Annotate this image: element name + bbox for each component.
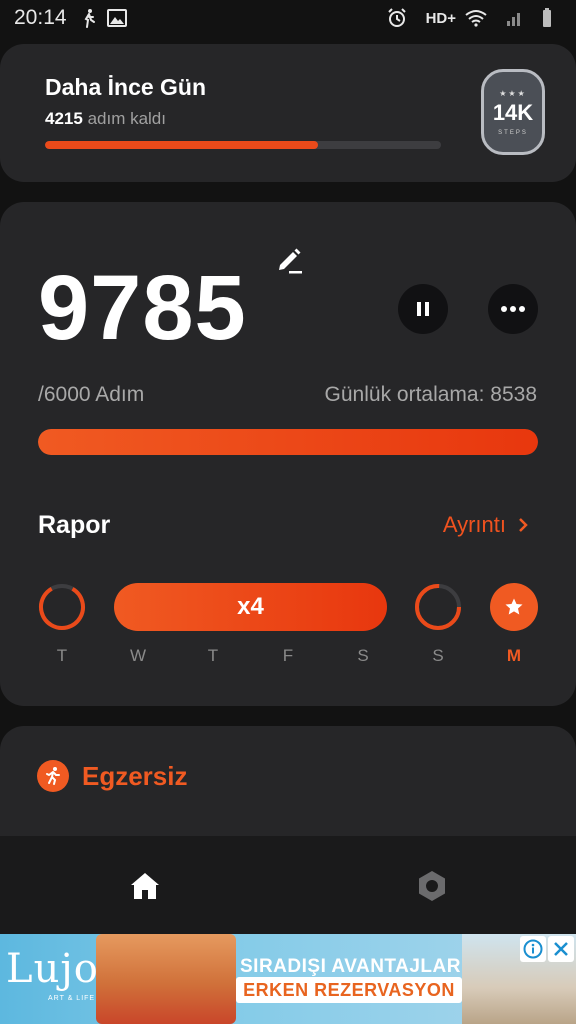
exercise-title: Egzersiz xyxy=(82,761,188,791)
step-count: 9785 xyxy=(38,257,247,359)
day-ring-1[interactable] xyxy=(38,583,86,631)
streak-label: x4 xyxy=(237,593,264,620)
wifi-icon xyxy=(464,9,488,27)
pause-icon xyxy=(417,302,429,316)
more-icon xyxy=(501,306,525,312)
signal-icon xyxy=(506,9,524,27)
edit-icon[interactable] xyxy=(275,245,305,275)
battery-icon xyxy=(542,8,552,28)
ad-info-icon[interactable] xyxy=(520,936,546,962)
goal-progress-bar xyxy=(45,141,441,149)
daily-goal-text: /6000 Adım xyxy=(38,383,145,406)
report-title: Rapor xyxy=(38,511,111,539)
day-label: T xyxy=(56,646,68,665)
ad-image xyxy=(96,934,236,1024)
home-icon[interactable] xyxy=(127,868,163,904)
day-star-7[interactable] xyxy=(490,583,538,631)
steps-progress-bar xyxy=(38,429,538,455)
goal-remaining: 4215 adım kaldı xyxy=(45,109,166,129)
goal-progress-fill xyxy=(45,141,319,149)
ad-logo: Lujo xyxy=(6,946,99,992)
goal-title: Daha İnce Gün xyxy=(45,74,207,100)
day-label: S xyxy=(432,646,444,665)
badge-value: 14K xyxy=(492,99,534,125)
ad-cta[interactable]: ERKEN REZERVASYON xyxy=(236,977,462,1003)
running-icon xyxy=(37,760,69,792)
goal-remaining-value: 4215 xyxy=(45,109,83,128)
day-label: S xyxy=(357,646,369,665)
ad-headline: SIRADIŞI AVANTAJLAR xyxy=(240,956,461,977)
network-label: HD+ xyxy=(425,9,456,27)
day-label: T xyxy=(207,646,219,665)
star-icon xyxy=(505,598,523,615)
pause-button[interactable] xyxy=(398,284,448,334)
bottom-nav xyxy=(0,836,576,934)
badge-stars-icon: ★★★ xyxy=(499,88,527,98)
walking-icon xyxy=(81,8,97,28)
detail-link[interactable]: Ayrıntı xyxy=(443,512,528,538)
settings-icon[interactable] xyxy=(414,868,450,904)
day-ring-6[interactable] xyxy=(414,583,462,631)
ad-close-icon[interactable] xyxy=(548,936,574,962)
alarm-icon xyxy=(386,7,408,29)
day-label-active: M xyxy=(506,646,522,665)
image-icon xyxy=(106,9,127,27)
ad-banner[interactable]: Lujo ART & LIFE SIRADIŞI AVANTAJLAR ERKE… xyxy=(0,934,576,1024)
ad-logo-sub: ART & LIFE xyxy=(48,995,96,1002)
daily-average-text: Günlük ortalama: 8538 xyxy=(324,383,537,406)
status-time: 20:14 xyxy=(14,6,67,29)
steps-badge[interactable]: ★★★ 14K STEPS xyxy=(481,69,545,155)
status-bar: 20:14 HD+ xyxy=(0,0,576,36)
day-label: W xyxy=(129,646,147,665)
day-label: F xyxy=(282,646,294,665)
more-button[interactable] xyxy=(488,284,538,334)
streak-pill[interactable]: x4 xyxy=(114,583,387,631)
chevron-right-icon xyxy=(519,518,528,532)
detail-label: Ayrıntı xyxy=(442,512,506,537)
steps-progress-fill xyxy=(38,429,538,455)
badge-label: STEPS xyxy=(498,129,528,136)
goal-remaining-label: adım kaldı xyxy=(87,109,166,128)
